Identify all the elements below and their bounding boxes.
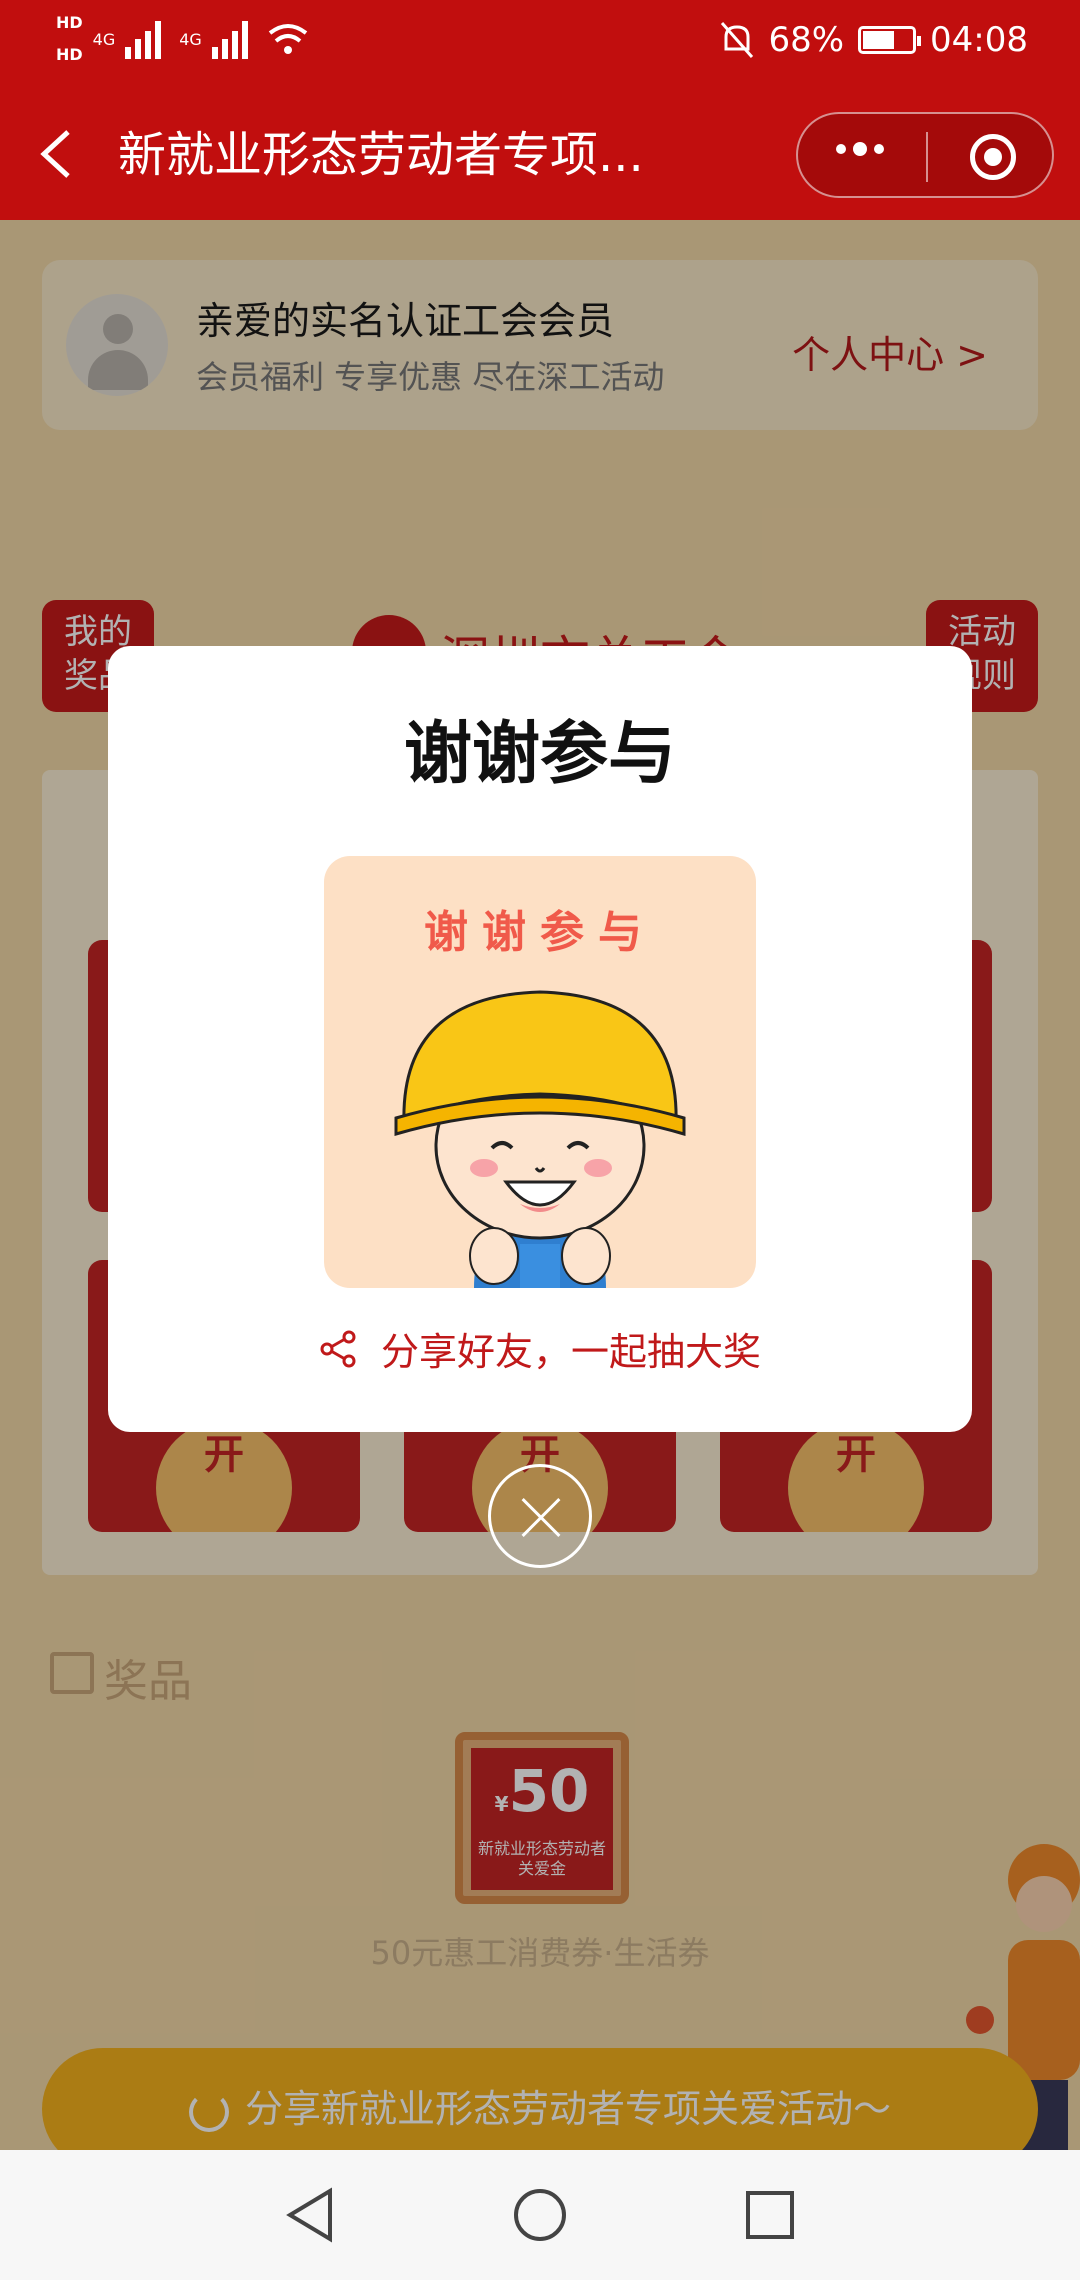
hd-indicators: HD HD [56,14,83,64]
close-mini-program-button[interactable] [970,134,1016,180]
mini-program-capsule [796,112,1054,198]
system-nav-bar [0,2150,1080,2280]
status-left: HD HD 4G 4G [56,14,310,64]
signal-icon [211,21,248,59]
back-arrow-icon [40,130,70,178]
nav-back-icon[interactable] [282,2185,338,2245]
result-dialog: 谢谢参与 谢谢参与 分享好友，一起抽大奖 [108,646,972,1432]
nav-home-icon[interactable] [510,2185,570,2245]
battery-percent: 68% [768,20,845,60]
wifi-icon [268,24,308,54]
hd1-label: HD [56,13,83,32]
mute-bell-icon [721,22,754,58]
close-dialog-button[interactable] [488,1464,592,1568]
share-icon [320,1330,356,1367]
net2-label: 4G [179,29,202,49]
share-friends-button[interactable]: 分享好友，一起抽大奖 [108,1321,972,1376]
more-button[interactable] [836,142,884,156]
dialog-title: 谢谢参与 [403,715,676,794]
worker-boy-icon [394,990,686,1288]
status-bar: HD HD 4G 4G 68% 04:08 [0,0,1080,92]
status-right: 68% 04:08 [720,20,1028,60]
nav-recents-icon[interactable] [742,2185,798,2245]
hd2-label: HD [56,45,83,64]
capsule-divider [926,132,928,182]
signal-icon [125,21,162,59]
battery-icon [858,26,922,54]
nav-bar: 新就业形态劳动者专项... [0,92,1080,220]
share-friends-label: 分享好友，一起抽大奖 [380,1330,761,1374]
page-title: 新就业形态劳动者专项... [118,127,644,183]
net1-label: 4G [92,29,116,49]
thanks-illustration: 谢谢参与 [324,856,756,1288]
back-button[interactable] [36,122,92,186]
clock: 04:08 [930,20,1028,60]
